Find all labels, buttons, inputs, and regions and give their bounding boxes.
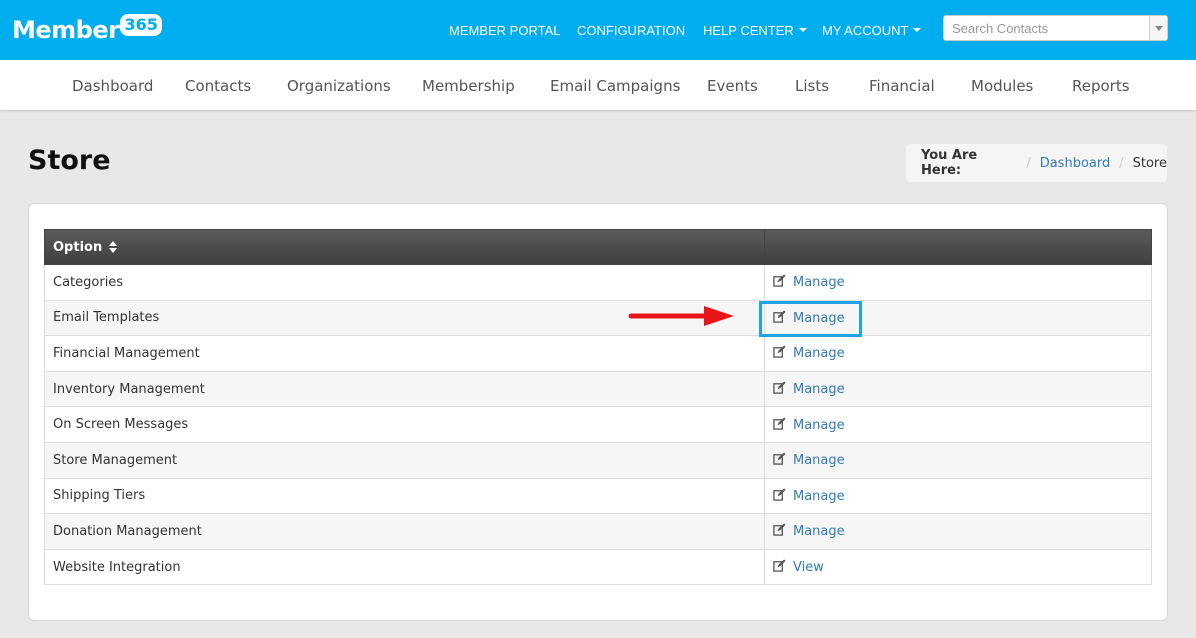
option-cell: Website Integration (44, 548, 765, 586)
action-cell: Manage (764, 370, 1152, 408)
table-row: Financial Management Manage (44, 335, 1152, 372)
logo-text: Member (12, 16, 120, 44)
action-cell: View (764, 548, 1152, 586)
nav-member-portal[interactable]: MEMBER PORTAL (449, 0, 560, 60)
manage-link[interactable]: Manage (773, 345, 845, 362)
page-title: Store (28, 145, 111, 176)
breadcrumb-label: You Are Here: (921, 148, 978, 178)
option-cell: Donation Management (44, 513, 765, 550)
edit-icon (773, 523, 786, 537)
edit-icon (773, 274, 786, 288)
option-cell: Inventory Management (44, 370, 765, 408)
nav-events[interactable]: Events (707, 77, 758, 95)
manage-link-label: Manage (793, 488, 845, 504)
action-cell: Manage (764, 335, 1152, 372)
breadcrumb-separator: / (1026, 155, 1031, 171)
breadcrumb-separator: / (1119, 155, 1124, 171)
edit-icon (773, 381, 786, 394)
table-row: Website Integration View (44, 548, 1152, 586)
manage-link-label: Manage (793, 417, 845, 433)
table-row: Email Templates Manage (44, 299, 1152, 337)
action-cell: Manage (764, 513, 1152, 550)
search-contacts (943, 15, 1168, 41)
table-row: Shipping Tiers Manage (44, 477, 1152, 515)
edit-icon (773, 417, 786, 430)
manage-link[interactable]: View (773, 559, 824, 576)
manage-link[interactable]: Manage (773, 274, 845, 291)
option-cell: Shipping Tiers (44, 477, 765, 515)
manage-link-label: Manage (793, 524, 845, 540)
manage-link[interactable]: Manage (773, 523, 845, 540)
breadcrumb-dashboard-link[interactable]: Dashboard (1040, 156, 1111, 171)
edit-icon (773, 452, 786, 465)
nav-configuration-label: CONFIGURATION (577, 22, 686, 38)
store-options-table: Option Categories Manage Email Templates Ma… (44, 229, 1152, 586)
caret-down-icon (798, 28, 807, 32)
action-column-header (764, 229, 1152, 265)
edit-icon (773, 559, 786, 572)
sort-icon[interactable] (109, 241, 118, 253)
table-row: Inventory Management Manage (44, 370, 1152, 408)
nav-reports[interactable]: Reports (1072, 77, 1130, 95)
option-cell: Categories (44, 264, 765, 301)
table-row: Categories Manage (44, 264, 1152, 301)
nav-lists[interactable]: Lists (795, 77, 829, 95)
member365-logo[interactable]: Member 365 (12, 10, 162, 50)
table-row: Donation Management Manage (44, 513, 1152, 550)
manage-link[interactable]: Manage (773, 381, 845, 398)
option-cell: Financial Management (44, 335, 765, 372)
nav-my-account[interactable]: MY ACCOUNT (822, 0, 922, 60)
nav-email-campaigns[interactable]: Email Campaigns (550, 77, 680, 95)
red-arrow-annotation (628, 306, 734, 326)
option-column-header[interactable]: Option (44, 229, 765, 265)
action-cell: Manage (764, 441, 1152, 479)
nav-help-center[interactable]: HELP CENTER (703, 0, 807, 60)
option-cell: On Screen Messages (44, 406, 765, 443)
nav-dashboard[interactable]: Dashboard (72, 77, 153, 95)
edit-icon (773, 488, 786, 501)
manage-link-label: View (793, 560, 824, 576)
table-row: On Screen Messages Manage (44, 406, 1152, 443)
option-header-label: Option (53, 239, 103, 255)
option-cell: Store Management (44, 441, 765, 479)
nav-help-center-label: HELP CENTER (703, 22, 794, 38)
manage-link[interactable]: Manage (773, 417, 845, 433)
nav-contacts[interactable]: Contacts (185, 77, 251, 95)
logo-badge: 365 (120, 14, 162, 36)
breadcrumb: You Are Here: / Dashboard / Store (906, 144, 1167, 182)
nav-membership[interactable]: Membership (422, 77, 515, 95)
search-input[interactable] (944, 16, 1144, 40)
action-cell: Manage (764, 406, 1152, 443)
manage-link-label: Manage (793, 453, 845, 469)
manage-link[interactable]: Manage (773, 452, 845, 469)
breadcrumb-current: Store (1132, 155, 1167, 171)
main-nav: Dashboard Contacts Organizations Members… (0, 60, 1196, 111)
nav-organizations[interactable]: Organizations (287, 77, 391, 95)
nav-configuration[interactable]: CONFIGURATION (577, 0, 685, 60)
action-cell: Manage (764, 477, 1152, 515)
edit-icon (773, 345, 786, 359)
highlight-box (759, 301, 862, 337)
nav-financial[interactable]: Financial (869, 77, 935, 95)
manage-link[interactable]: Manage (773, 488, 845, 504)
caret-down-icon (913, 28, 922, 32)
nav-modules[interactable]: Modules (971, 77, 1033, 95)
top-bar: Member 365 MEMBER PORTAL CONFIGURATION H… (0, 0, 1196, 60)
manage-link-label: Manage (793, 275, 845, 291)
manage-link-label: Manage (793, 346, 845, 362)
table-row: Store Management Manage (44, 441, 1152, 479)
nav-my-account-label: MY ACCOUNT (822, 22, 909, 38)
search-dropdown-icon[interactable] (1149, 16, 1167, 40)
table-header-row: Option (44, 229, 1152, 265)
action-cell: Manage (764, 264, 1152, 301)
nav-member-portal-label: MEMBER PORTAL (449, 22, 561, 38)
manage-link-label: Manage (793, 382, 845, 398)
